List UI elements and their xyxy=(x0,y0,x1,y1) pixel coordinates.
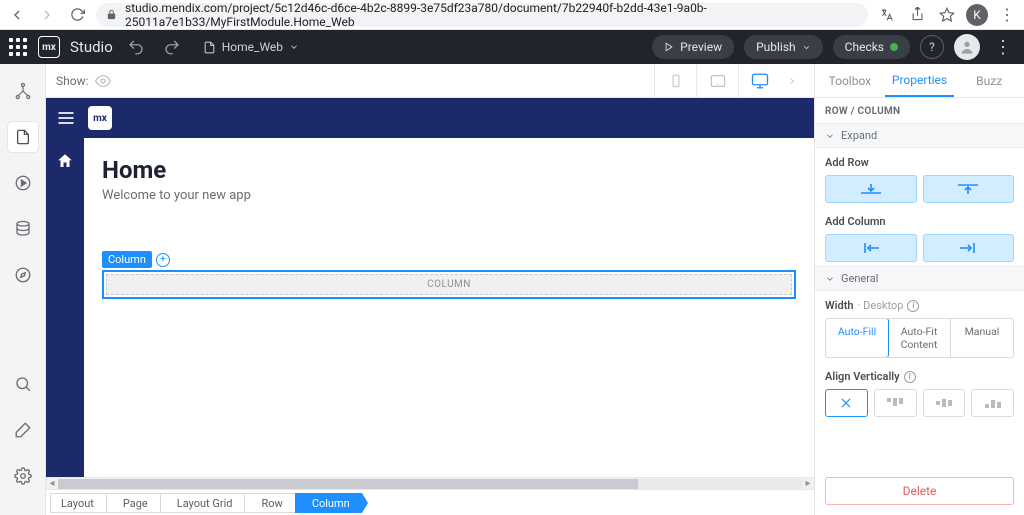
selected-column-widget[interactable]: Column + COLUMN xyxy=(102,251,796,299)
add-row-above-button[interactable] xyxy=(923,175,1015,203)
tab-buzz[interactable]: Buzz xyxy=(954,64,1024,97)
browser-menu-icon[interactable]: ⋮ xyxy=(996,4,1018,26)
align-middle[interactable] xyxy=(923,389,966,417)
device-next[interactable] xyxy=(780,64,804,98)
add-row-below-button[interactable] xyxy=(825,175,917,203)
preview-logo: mx xyxy=(88,106,112,130)
preview-header: mx xyxy=(46,98,814,138)
url-text: studio.mendix.com/project/5c12d46c-d6ce-… xyxy=(125,1,858,29)
add-row-label: Add Row xyxy=(825,156,1014,169)
url-bar[interactable]: studio.mendix.com/project/5c12d46c-d6ce-… xyxy=(96,3,868,27)
user-menu[interactable] xyxy=(954,34,980,60)
forward-button[interactable] xyxy=(36,4,58,26)
rail-search-icon[interactable] xyxy=(8,369,38,399)
properties-panel: Toolbox Properties Buzz ROW / COLUMN Exp… xyxy=(814,64,1024,515)
browser-chrome: studio.mendix.com/project/5c12d46c-d6ce-… xyxy=(0,0,1024,30)
crumb-column[interactable]: Column xyxy=(295,493,362,513)
tab-properties[interactable]: Properties xyxy=(885,64,955,97)
align-bottom[interactable] xyxy=(971,389,1014,417)
info-icon[interactable]: i xyxy=(907,300,919,312)
section-title: ROW / COLUMN xyxy=(815,98,1024,123)
mendix-logo: mx xyxy=(38,36,60,58)
width-segmented: Auto-Fill Auto-Fit Content Manual xyxy=(825,318,1014,358)
device-desktop[interactable] xyxy=(738,64,780,98)
star-icon[interactable] xyxy=(936,4,958,26)
publish-button[interactable]: Publish xyxy=(744,35,823,59)
breadcrumb: Layout Page Layout Grid Row Column xyxy=(46,489,814,515)
width-auto-fit[interactable]: Auto-Fit Content xyxy=(888,319,951,357)
width-auto-fill[interactable]: Auto-Fill xyxy=(825,318,889,358)
delete-button[interactable]: Delete xyxy=(825,477,1014,505)
eye-icon[interactable] xyxy=(95,73,111,89)
rail-data-icon[interactable] xyxy=(8,214,38,244)
device-tablet[interactable] xyxy=(696,64,738,98)
more-menu-icon[interactable]: ⋮ xyxy=(990,37,1016,58)
status-ok-icon xyxy=(890,43,898,51)
align-segmented xyxy=(825,389,1014,417)
add-column-label: Add Column xyxy=(825,215,1014,228)
device-phone[interactable] xyxy=(654,64,696,98)
rail-logic-icon[interactable] xyxy=(8,168,38,198)
rail-pages-icon[interactable] xyxy=(8,122,38,152)
crumb-row[interactable]: Row xyxy=(244,493,294,513)
chevron-down-icon xyxy=(289,42,299,52)
chevron-down-icon xyxy=(802,43,811,52)
chevron-down-icon xyxy=(825,131,835,141)
page-title: Home xyxy=(102,156,796,184)
rail-settings-icon[interactable] xyxy=(8,461,38,491)
play-icon xyxy=(664,42,674,52)
left-rail xyxy=(0,64,46,515)
align-label: Align Vertically i xyxy=(825,370,1014,383)
document-selector[interactable]: Home_Web xyxy=(203,40,299,54)
rail-navigation-icon[interactable] xyxy=(8,260,38,290)
app-bar: mx Studio Home_Web Preview Publish Check… xyxy=(0,30,1024,64)
rail-structure-icon[interactable] xyxy=(8,76,38,106)
checks-button[interactable]: Checks xyxy=(833,35,910,59)
chevron-down-icon xyxy=(825,274,835,284)
tab-toolbox[interactable]: Toolbox xyxy=(815,64,885,97)
home-icon[interactable] xyxy=(56,152,74,170)
add-icon[interactable]: + xyxy=(156,253,170,267)
align-top[interactable] xyxy=(874,389,917,417)
crumb-page[interactable]: Page xyxy=(106,493,160,513)
share-icon[interactable] xyxy=(906,4,928,26)
canvas[interactable]: mx Home Welcome to your new app Column + xyxy=(46,98,814,477)
reload-button[interactable] xyxy=(66,4,88,26)
document-name: Home_Web xyxy=(222,40,283,54)
column-placeholder[interactable]: COLUMN xyxy=(106,274,792,295)
crumb-layout[interactable]: Layout xyxy=(50,493,106,513)
lock-icon xyxy=(106,9,117,20)
translate-icon[interactable] xyxy=(876,4,898,26)
show-label: Show: xyxy=(56,74,89,88)
width-label: Width· Desktop i xyxy=(825,299,1014,312)
preview-button[interactable]: Preview xyxy=(652,35,734,59)
column-badge: Column xyxy=(102,251,152,268)
device-bar: Show: xyxy=(46,64,814,98)
rail-theme-icon[interactable] xyxy=(8,415,38,445)
help-button[interactable]: ? xyxy=(920,35,944,59)
info-icon[interactable]: i xyxy=(904,371,916,383)
preview-sidebar xyxy=(46,138,84,477)
general-section[interactable]: General xyxy=(815,266,1024,291)
page-subtitle: Welcome to your new app xyxy=(102,188,796,203)
expand-section[interactable]: Expand xyxy=(815,123,1024,148)
horizontal-scrollbar[interactable]: ◂▸ xyxy=(46,477,814,489)
document-icon xyxy=(203,41,216,54)
hamburger-icon[interactable] xyxy=(56,108,76,128)
back-button[interactable] xyxy=(6,4,28,26)
add-column-left-button[interactable] xyxy=(825,234,917,262)
align-none[interactable] xyxy=(825,389,868,417)
studio-label: Studio xyxy=(70,38,113,56)
add-column-right-button[interactable] xyxy=(923,234,1015,262)
app-switcher-icon[interactable] xyxy=(8,37,28,57)
undo-button[interactable] xyxy=(123,34,149,60)
crumb-layoutgrid[interactable]: Layout Grid xyxy=(160,493,245,513)
width-manual[interactable]: Manual xyxy=(951,319,1013,357)
redo-button[interactable] xyxy=(159,34,185,60)
profile-avatar[interactable]: K xyxy=(966,4,988,26)
